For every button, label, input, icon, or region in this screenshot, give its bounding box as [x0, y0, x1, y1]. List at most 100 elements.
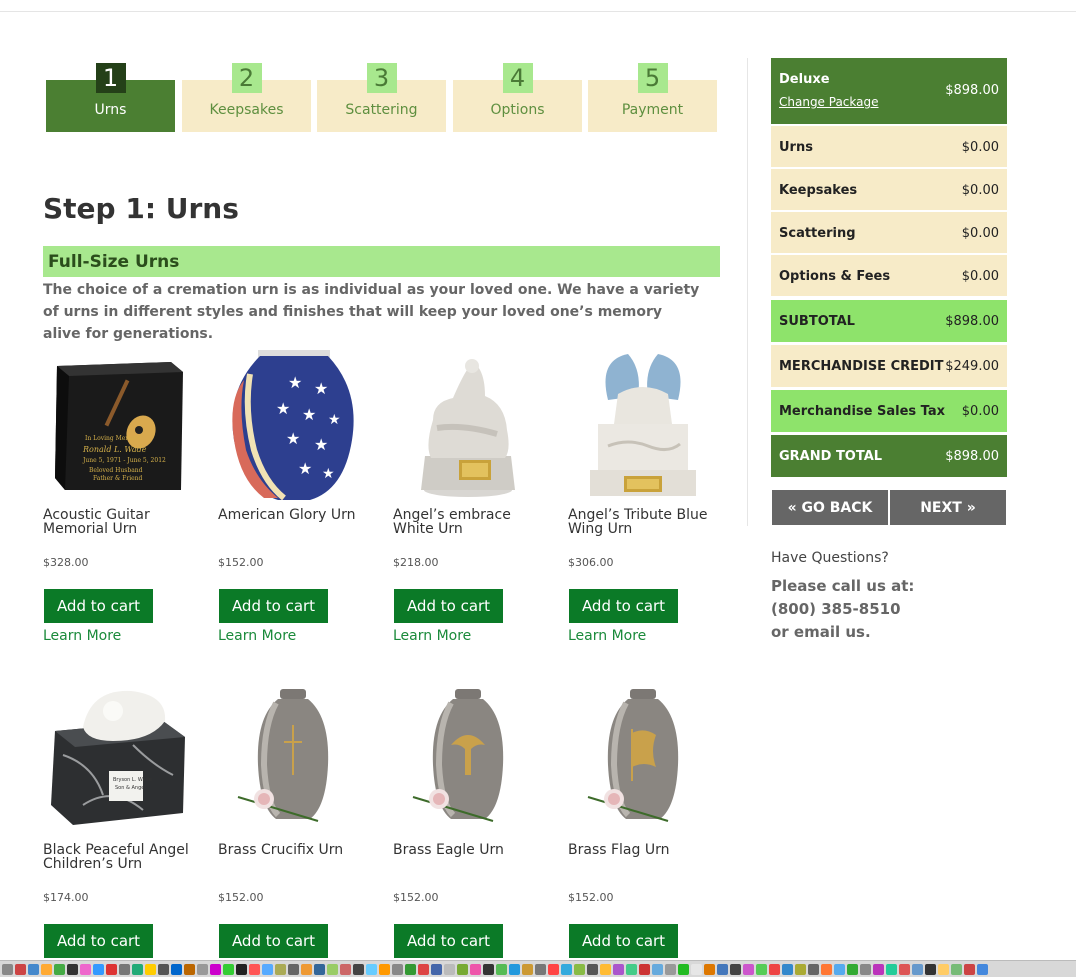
app-icon[interactable] [197, 963, 208, 975]
app-icon[interactable] [808, 963, 819, 975]
app-icon[interactable] [210, 963, 221, 975]
app-icon[interactable] [41, 963, 52, 975]
app-icon[interactable] [379, 963, 390, 975]
app-icon[interactable] [561, 963, 572, 975]
app-icon[interactable] [171, 963, 182, 975]
phone-number[interactable]: (800) 385-8510 [771, 598, 914, 621]
app-icon[interactable] [236, 963, 247, 975]
marble-angel-urn-image[interactable]: Bryson L. Wade Son & Angel [43, 685, 193, 835]
step-tab-urns[interactable]: 1 Urns [46, 63, 175, 132]
app-icon[interactable] [756, 963, 767, 975]
app-icon[interactable] [106, 963, 117, 975]
app-icon[interactable] [977, 963, 988, 975]
app-icon[interactable] [951, 963, 962, 975]
app-icon[interactable] [899, 963, 910, 975]
app-icon[interactable] [275, 963, 286, 975]
learn-more-link[interactable]: Learn More [393, 628, 471, 644]
app-icon[interactable] [418, 963, 429, 975]
product-name[interactable]: Angel’s embrace White Urn [393, 508, 553, 536]
app-icon[interactable] [353, 963, 364, 975]
app-icon[interactable] [548, 963, 559, 975]
app-icon[interactable] [392, 963, 403, 975]
app-icon[interactable] [223, 963, 234, 975]
app-icon[interactable] [15, 963, 26, 975]
go-back-button[interactable]: « GO BACK [772, 490, 888, 525]
app-icon[interactable] [158, 963, 169, 975]
app-icon[interactable] [28, 963, 39, 975]
app-icon[interactable] [262, 963, 273, 975]
app-icon[interactable] [795, 963, 806, 975]
app-icon[interactable] [678, 963, 689, 975]
app-icon[interactable] [613, 963, 624, 975]
app-icon[interactable] [626, 963, 637, 975]
app-icon[interactable] [717, 963, 728, 975]
app-icon[interactable] [587, 963, 598, 975]
app-icon[interactable] [782, 963, 793, 975]
product-name[interactable]: Angel’s Tribute Blue Wing Urn [568, 508, 728, 536]
step-tab-payment[interactable]: 5 Payment [588, 63, 717, 132]
product-name[interactable]: Black Peaceful Angel Children’s Urn [43, 843, 203, 871]
app-icon[interactable] [314, 963, 325, 975]
app-icon[interactable] [249, 963, 260, 975]
app-icon[interactable] [366, 963, 377, 975]
app-icon[interactable] [925, 963, 936, 975]
add-to-cart-button[interactable]: Add to cart [44, 589, 153, 623]
app-icon[interactable] [132, 963, 143, 975]
app-icon[interactable] [340, 963, 351, 975]
app-icon[interactable] [704, 963, 715, 975]
app-icon[interactable] [652, 963, 663, 975]
product-name[interactable]: Acoustic Guitar Memorial Urn [43, 508, 203, 536]
app-icon[interactable] [873, 963, 884, 975]
add-to-cart-button[interactable]: Add to cart [569, 589, 678, 623]
brass-vase-urn-image[interactable] [393, 685, 543, 835]
add-to-cart-button[interactable]: Add to cart [569, 924, 678, 958]
app-icon[interactable] [522, 963, 533, 975]
add-to-cart-button[interactable]: Add to cart [44, 924, 153, 958]
app-icon[interactable] [67, 963, 78, 975]
app-icon[interactable] [93, 963, 104, 975]
app-icon[interactable] [730, 963, 741, 975]
app-icon[interactable] [600, 963, 611, 975]
next-button[interactable]: NEXT » [890, 490, 1006, 525]
app-icon[interactable] [665, 963, 676, 975]
app-icon[interactable] [444, 963, 455, 975]
learn-more-link[interactable]: Learn More [43, 628, 121, 644]
app-icon[interactable] [860, 963, 871, 975]
app-icon[interactable] [184, 963, 195, 975]
learn-more-link[interactable]: Learn More [568, 628, 646, 644]
app-icon[interactable] [496, 963, 507, 975]
app-icon[interactable] [834, 963, 845, 975]
app-icon[interactable] [457, 963, 468, 975]
brass-vase-urn-image[interactable] [568, 685, 718, 835]
brass-vase-urn-image[interactable] [218, 685, 368, 835]
app-icon[interactable] [938, 963, 949, 975]
app-icon[interactable] [327, 963, 338, 975]
app-icon[interactable] [470, 963, 481, 975]
step-tab-scattering[interactable]: 3 Scattering [317, 63, 446, 132]
app-icon[interactable] [405, 963, 416, 975]
app-icon[interactable] [639, 963, 650, 975]
add-to-cart-button[interactable]: Add to cart [219, 589, 328, 623]
app-icon[interactable] [119, 963, 130, 975]
app-icon[interactable] [964, 963, 975, 975]
angel-wing-urn-image[interactable] [568, 350, 718, 500]
app-icon[interactable] [288, 963, 299, 975]
app-icon[interactable] [691, 963, 702, 975]
add-to-cart-button[interactable]: Add to cart [394, 589, 503, 623]
change-package-link[interactable]: Change Package [779, 95, 879, 109]
product-name[interactable]: Brass Flag Urn [568, 843, 728, 857]
app-icon[interactable] [886, 963, 897, 975]
email-us-link[interactable]: or email us. [771, 621, 914, 644]
app-icon[interactable] [80, 963, 91, 975]
flag-vase-urn-image[interactable]: ★ ★ ★ ★ ★ ★ ★ ★ ★ [218, 350, 368, 500]
learn-more-link[interactable]: Learn More [218, 628, 296, 644]
app-icon[interactable] [769, 963, 780, 975]
product-name[interactable]: Brass Eagle Urn [393, 843, 553, 857]
guitar-urn-image[interactable]: In Loving Memory Ronald L. Wade June 5, … [43, 350, 193, 500]
app-icon[interactable] [483, 963, 494, 975]
app-icon[interactable] [912, 963, 923, 975]
app-icon[interactable] [145, 963, 156, 975]
step-tab-keepsakes[interactable]: 2 Keepsakes [182, 63, 311, 132]
pieta-statue-urn-image[interactable] [393, 350, 543, 500]
app-icon[interactable] [431, 963, 442, 975]
